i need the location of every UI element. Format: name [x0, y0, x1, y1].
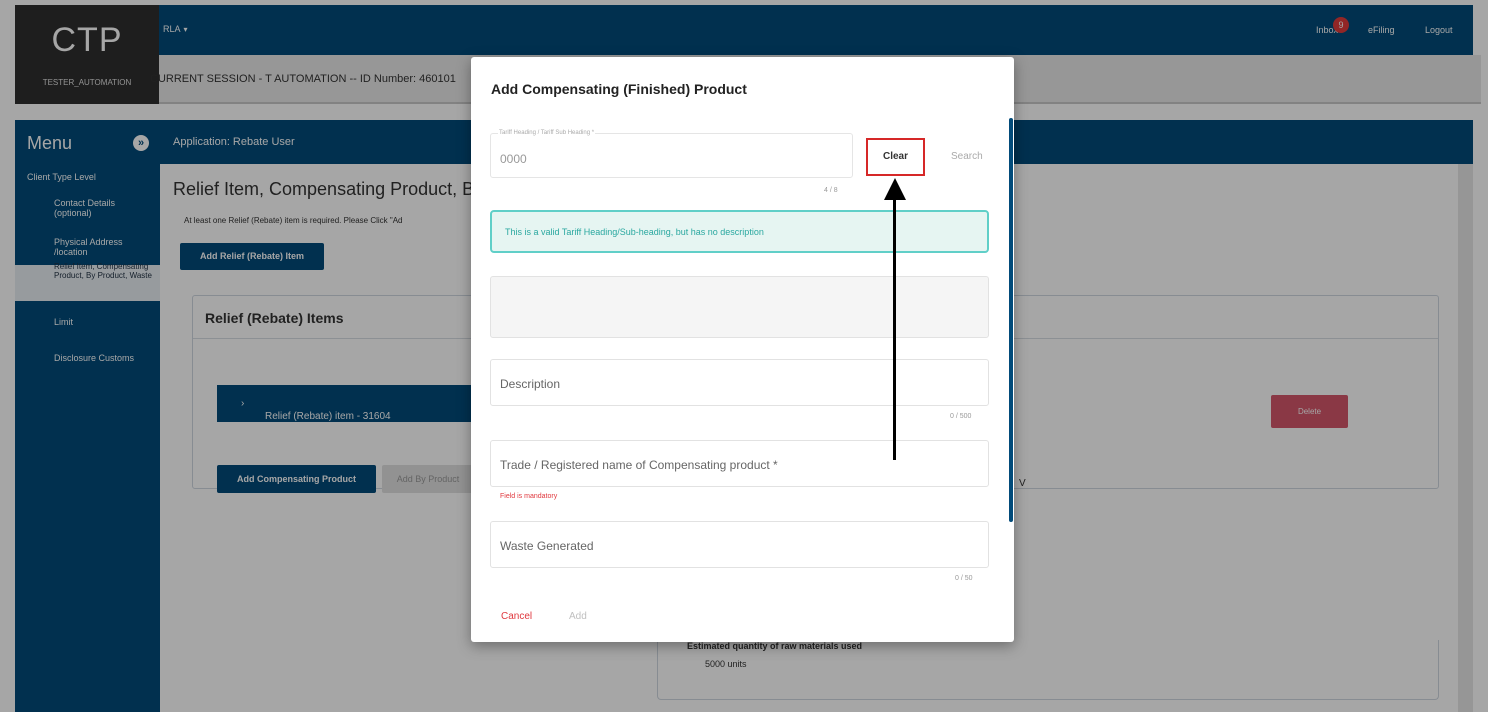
dialog-title: Add Compensating (Finished) Product	[491, 81, 747, 97]
validation-message: This is a valid Tariff Heading/Sub-headi…	[505, 227, 764, 237]
tariff-heading-label: Tariff Heading / Tariff Sub Heading *	[498, 130, 596, 136]
add-button[interactable]: Add	[569, 611, 587, 622]
tariff-heading-value[interactable]: 0000	[500, 152, 527, 166]
field-error-message: Field is mandatory	[500, 493, 558, 500]
waste-generated-placeholder: Waste Generated	[500, 539, 594, 553]
cancel-button[interactable]: Cancel	[501, 611, 532, 622]
description-placeholder: Description	[500, 377, 561, 391]
clear-button[interactable]: Clear	[866, 138, 925, 176]
dialog-scrollbar[interactable]	[1009, 118, 1013, 522]
waste-generated-counter: 0 / 50	[955, 575, 973, 582]
tariff-description-readonly	[490, 276, 989, 338]
description-field[interactable]	[490, 359, 989, 406]
tariff-heading-field[interactable]	[490, 133, 853, 178]
tariff-heading-counter: 4 / 8	[824, 187, 838, 194]
description-counter: 0 / 500	[950, 413, 972, 420]
annotation-arrow-line	[893, 195, 896, 460]
trade-name-placeholder: Trade / Registered name of Compensating …	[500, 458, 778, 472]
search-button[interactable]: Search	[951, 151, 983, 162]
app-screen: CTP TESTER_AUTOMATION RLA ▾ Inbox 9 eFili…	[0, 0, 1488, 712]
